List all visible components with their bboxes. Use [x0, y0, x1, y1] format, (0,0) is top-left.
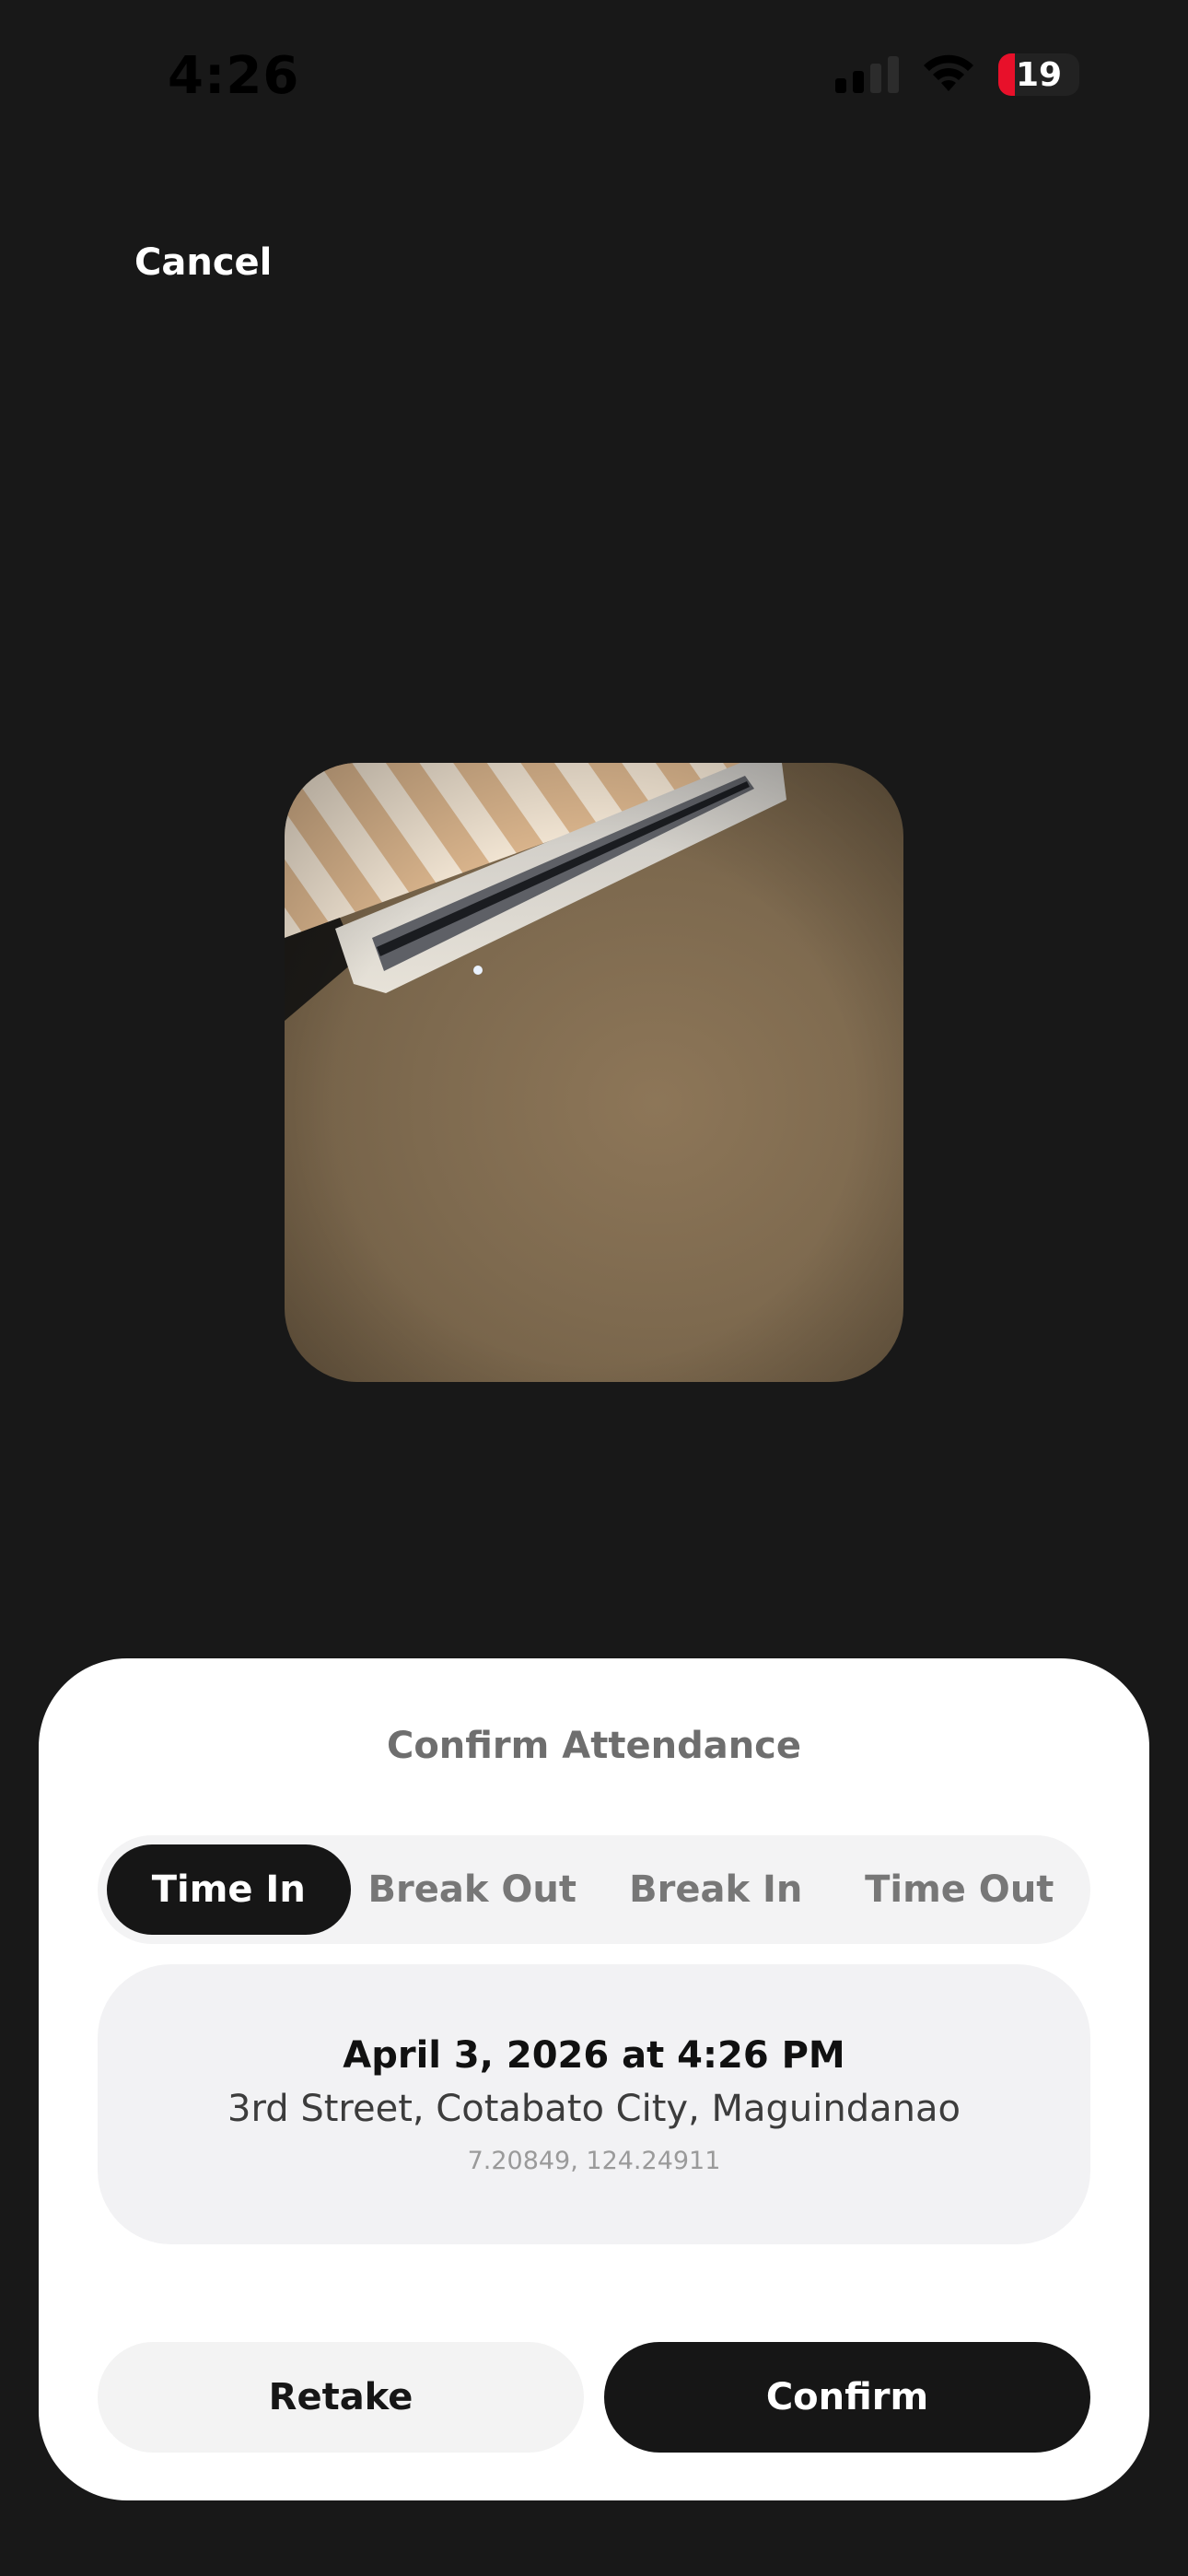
segment-time-out[interactable]: Time Out: [838, 1844, 1082, 1935]
wifi-icon: [924, 54, 973, 91]
confirm-button[interactable]: Confirm: [604, 2342, 1090, 2453]
attendance-coordinates: 7.20849, 124.24911: [467, 2147, 721, 2175]
battery-icon: 19: [998, 53, 1079, 96]
confirm-attendance-sheet: Confirm Attendance Time In Break Out Bre…: [39, 1658, 1149, 2500]
attendance-datetime: April 3, 2026 at 4:26 PM: [343, 2034, 845, 2077]
captured-photo: [285, 763, 903, 1382]
segment-time-in[interactable]: Time In: [107, 1844, 351, 1935]
cellular-signal-icon: [835, 56, 899, 93]
cancel-button[interactable]: Cancel: [134, 241, 272, 284]
segment-break-in[interactable]: Break In: [594, 1844, 838, 1935]
sheet-title: Confirm Attendance: [386, 1725, 802, 1767]
attendance-info-card: April 3, 2026 at 4:26 PM 3rd Street, Cot…: [98, 1964, 1090, 2244]
battery-level: 19: [1015, 55, 1063, 94]
attendance-type-selector: Time In Break Out Break In Time Out: [98, 1835, 1090, 1944]
attendance-address: 3rd Street, Cotabato City, Maguindanao: [227, 2088, 961, 2130]
photo-content: [285, 763, 903, 1382]
status-icons: 19: [835, 53, 1079, 96]
retake-button[interactable]: Retake: [98, 2342, 584, 2453]
attendance-camera-screen: 4:26 19 Cancel Confirm Attendance Time I…: [0, 0, 1188, 2576]
segment-break-out[interactable]: Break Out: [351, 1844, 595, 1935]
status-time: 4:26: [168, 46, 300, 106]
